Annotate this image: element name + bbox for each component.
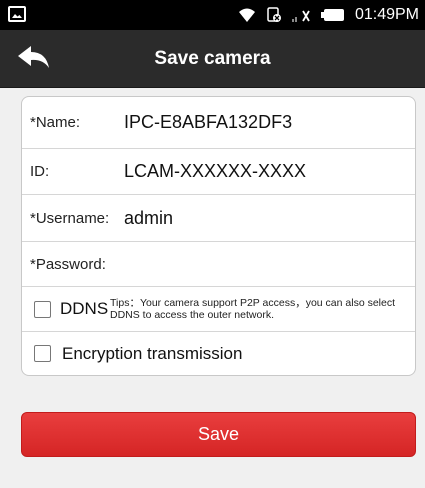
username-label: *Username: — [30, 209, 110, 227]
password-row: *Password: — [22, 242, 415, 287]
username-row: *Username: admin — [22, 195, 415, 242]
name-field[interactable]: IPC-E8ABFA132DF3 — [124, 112, 292, 133]
ddns-tips: Tips：Your camera support P2P access，you … — [110, 297, 396, 321]
id-row: ID: LCAM-XXXXXX-XXXX — [22, 149, 415, 195]
picture-icon — [8, 6, 26, 22]
password-field[interactable] — [124, 249, 407, 279]
ddns-label: DDNS — [60, 299, 109, 318]
sim-off-icon — [267, 7, 281, 23]
ddns-row: DDNS Tips：Your camera support P2P access… — [22, 287, 415, 332]
save-button[interactable]: Save — [21, 412, 416, 457]
status-bar: 01:49PM — [0, 0, 425, 30]
app-header: Save camera — [0, 30, 425, 88]
password-label: *Password: — [30, 255, 106, 273]
ddns-checkbox[interactable] — [34, 300, 51, 318]
camera-form: *Name: IPC-E8ABFA132DF3 ID: LCAM-XXXXXX-… — [21, 96, 416, 376]
encryption-checkbox[interactable] — [34, 345, 51, 362]
encryption-label: Encryption transmission — [62, 343, 243, 363]
wifi-icon — [237, 7, 257, 23]
encryption-row: Encryption transmission — [22, 332, 415, 375]
username-field[interactable]: admin — [124, 208, 173, 229]
name-label: *Name: — [30, 114, 81, 131]
id-value: LCAM-XXXXXX-XXXX — [124, 161, 307, 181]
battery-icon — [320, 8, 345, 22]
page-title: Save camera — [154, 48, 271, 69]
id-label: ID: — [30, 163, 50, 180]
signal-icon — [291, 7, 311, 23]
name-row: *Name: IPC-E8ABFA132DF3 — [22, 97, 415, 149]
status-icons: 01:49PM — [237, 0, 419, 30]
status-time: 01:49PM — [354, 6, 419, 23]
